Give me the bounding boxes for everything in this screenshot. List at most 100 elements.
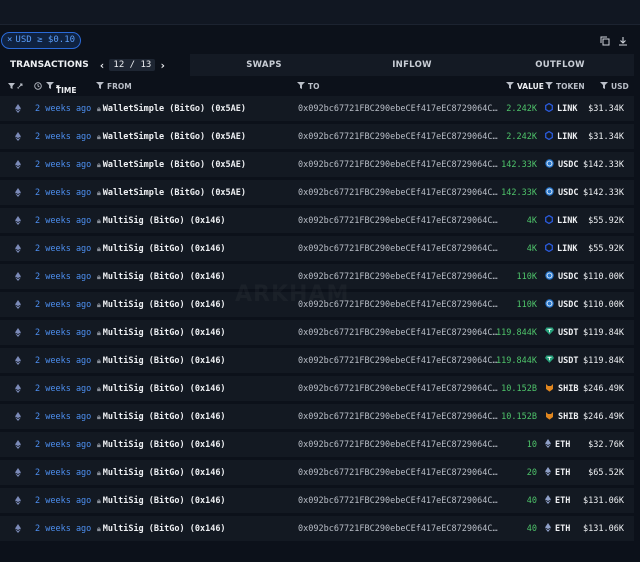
row-from-entity[interactable]: 🔒︎ WalletSimple (BitGo) (0x5AE)	[97, 104, 246, 114]
row-time-link[interactable]: 2 weeks ago	[35, 104, 91, 114]
row-token[interactable]: USDC	[545, 187, 578, 199]
column-token[interactable]: TOKEN	[556, 82, 585, 91]
column-time[interactable]: TIME ▾	[56, 82, 77, 95]
row-to-address[interactable]: 0x092bc67721FBC290ebeCEf417eEC8729064C…	[298, 412, 498, 422]
row-token[interactable]: LINK	[545, 102, 577, 115]
row-token[interactable]: ETH	[545, 439, 570, 451]
clock-icon[interactable]	[34, 82, 42, 92]
copy-icon[interactable]	[600, 36, 610, 46]
row-from-entity[interactable]: 🔒︎ MultiSig (BitGo) (0x146)	[97, 496, 226, 506]
column-usd[interactable]: USD	[611, 82, 629, 91]
row-to-address[interactable]: 0x092bc67721FBC290ebeCEf417eEC8729064C…	[298, 496, 498, 506]
table-row[interactable]: 2 weeks ago 🔒︎ MultiSig (BitGo) (0x146) 0…	[0, 236, 634, 261]
row-token[interactable]: SHIB	[545, 411, 578, 423]
prev-page-icon[interactable]: ‹	[99, 59, 106, 72]
table-row[interactable]: 2 weeks ago 🔒︎ MultiSig (BitGo) (0x146) 0…	[0, 488, 634, 513]
table-row[interactable]: 2 weeks ago 🔒︎ MultiSig (BitGo) (0x146) 0…	[0, 404, 634, 429]
row-to-address[interactable]: 0x092bc67721FBC290ebeCEf417eEC8729064C…	[298, 440, 498, 450]
row-to-address[interactable]: 0x092bc67721FBC290ebeCEf417eEC8729064C…	[298, 188, 498, 198]
table-row[interactable]: 2 weeks ago 🔒︎ WalletSimple (BitGo) (0x5A…	[0, 152, 634, 177]
column-to[interactable]: TO	[308, 82, 320, 91]
row-time-link[interactable]: 2 weeks ago	[35, 160, 91, 170]
row-token[interactable]: USDC	[545, 299, 578, 311]
row-time-link[interactable]: 2 weeks ago	[35, 272, 91, 282]
row-token[interactable]: ETH	[545, 495, 570, 507]
row-token[interactable]: USDT	[545, 327, 578, 338]
row-token[interactable]: USDT	[545, 355, 578, 366]
tab-swaps[interactable]: SWAPS	[190, 60, 338, 70]
row-to-address[interactable]: 0x092bc67721FBC290ebeCEf417eEC8729064C…	[298, 216, 498, 226]
row-to-address[interactable]: 0x092bc67721FBC290ebeCEf417eEC8729064C…	[298, 104, 498, 114]
row-to-address[interactable]: 0x092bc67721FBC290ebeCEf417eEC8729064C…	[298, 132, 498, 142]
table-row[interactable]: 2 weeks ago 🔒︎ MultiSig (BitGo) (0x146) 0…	[0, 320, 634, 345]
from-filter-icon[interactable]	[96, 82, 104, 91]
row-time-link[interactable]: 2 weeks ago	[35, 356, 91, 366]
row-time-link[interactable]: 2 weeks ago	[35, 328, 91, 338]
table-row[interactable]: 2 weeks ago 🔒︎ MultiSig (BitGo) (0x146) 0…	[0, 208, 634, 233]
to-filter-icon[interactable]	[297, 82, 305, 91]
row-from-entity[interactable]: 🔒︎ MultiSig (BitGo) (0x146)	[97, 524, 226, 534]
table-row[interactable]: 2 weeks ago 🔒︎ MultiSig (BitGo) (0x146) 0…	[0, 460, 634, 485]
usd-filter-icon[interactable]	[600, 82, 608, 91]
table-row[interactable]: 2 weeks ago 🔒︎ WalletSimple (BitGo) (0x5A…	[0, 96, 634, 121]
row-to-address[interactable]: 0x092bc67721FBC290ebeCEf417eEC8729064C…	[298, 468, 498, 478]
row-time-link[interactable]: 2 weeks ago	[35, 412, 91, 422]
row-to-address[interactable]: 0x092bc67721FBC290ebeCEf417eEC8729064C…	[298, 328, 498, 338]
row-token[interactable]: ETH	[545, 467, 570, 479]
row-token[interactable]: LINK	[545, 214, 577, 227]
table-row[interactable]: 2 weeks ago 🔒︎ MultiSig (BitGo) (0x146) 0…	[0, 348, 634, 373]
row-to-address[interactable]: 0x092bc67721FBC290ebeCEf417eEC8729064C…	[298, 244, 498, 254]
filter-icon[interactable]	[8, 82, 26, 92]
row-from-entity[interactable]: 🔒︎ MultiSig (BitGo) (0x146)	[97, 272, 226, 282]
row-from-entity[interactable]: 🔒︎ WalletSimple (BitGo) (0x5AE)	[97, 132, 246, 142]
table-row[interactable]: 2 weeks ago 🔒︎ MultiSig (BitGo) (0x146) 0…	[0, 432, 634, 457]
row-token[interactable]: LINK	[545, 242, 577, 255]
row-to-address[interactable]: 0x092bc67721FBC290ebeCEf417eEC8729064C…	[298, 272, 498, 282]
row-from-entity[interactable]: 🔒︎ MultiSig (BitGo) (0x146)	[97, 468, 226, 478]
row-time-link[interactable]: 2 weeks ago	[35, 188, 91, 198]
row-to-address[interactable]: 0x092bc67721FBC290ebeCEf417eEC8729064C…	[298, 356, 498, 366]
row-time-link[interactable]: 2 weeks ago	[35, 496, 91, 506]
row-time-link[interactable]: 2 weeks ago	[35, 440, 91, 450]
table-row[interactable]: 2 weeks ago 🔒︎ WalletSimple (BitGo) (0x5A…	[0, 180, 634, 205]
download-icon[interactable]	[618, 36, 628, 46]
row-to-address[interactable]: 0x092bc67721FBC290ebeCEf417eEC8729064C…	[298, 524, 498, 534]
row-time-link[interactable]: 2 weeks ago	[35, 468, 91, 478]
next-page-icon[interactable]: ›	[159, 59, 166, 72]
value-filter-icon[interactable]	[506, 82, 514, 91]
row-time-link[interactable]: 2 weeks ago	[35, 132, 91, 142]
column-from[interactable]: FROM	[107, 82, 132, 91]
row-from-entity[interactable]: 🔒︎ MultiSig (BitGo) (0x146)	[97, 384, 226, 394]
token-filter-icon[interactable]	[545, 82, 553, 91]
row-token[interactable]: USDC	[545, 159, 578, 171]
row-from-entity[interactable]: 🔒︎ MultiSig (BitGo) (0x146)	[97, 356, 226, 366]
row-to-address[interactable]: 0x092bc67721FBC290ebeCEf417eEC8729064C…	[298, 384, 498, 394]
row-token[interactable]: SHIB	[545, 383, 578, 395]
row-to-address[interactable]: 0x092bc67721FBC290ebeCEf417eEC8729064C…	[298, 160, 498, 170]
row-time-link[interactable]: 2 weeks ago	[35, 300, 91, 310]
row-token[interactable]: USDC	[545, 271, 578, 283]
row-time-link[interactable]: 2 weeks ago	[35, 244, 91, 254]
column-value[interactable]: VALUE	[517, 82, 544, 91]
table-row[interactable]: 2 weeks ago 🔒︎ MultiSig (BitGo) (0x146) 0…	[0, 516, 634, 541]
table-row[interactable]: 2 weeks ago 🔒︎ MultiSig (BitGo) (0x146) 0…	[0, 376, 634, 401]
row-time-link[interactable]: 2 weeks ago	[35, 524, 91, 534]
close-icon[interactable]: ×	[7, 33, 12, 48]
row-from-entity[interactable]: 🔒︎ MultiSig (BitGo) (0x146)	[97, 412, 226, 422]
row-from-entity[interactable]: 🔒︎ MultiSig (BitGo) (0x146)	[97, 244, 226, 254]
row-from-entity[interactable]: 🔒︎ MultiSig (BitGo) (0x146)	[97, 328, 226, 338]
tab-inflow[interactable]: INFLOW	[338, 60, 486, 70]
row-time-link[interactable]: 2 weeks ago	[35, 216, 91, 226]
table-row[interactable]: 2 weeks ago 🔒︎ WalletSimple (BitGo) (0x5A…	[0, 124, 634, 149]
row-from-entity[interactable]: 🔒︎ MultiSig (BitGo) (0x146)	[97, 300, 226, 310]
row-from-entity[interactable]: 🔒︎ MultiSig (BitGo) (0x146)	[97, 440, 226, 450]
time-filter-icon[interactable]	[46, 82, 54, 91]
row-token[interactable]: LINK	[545, 130, 577, 143]
tab-outflow[interactable]: OUTFLOW	[486, 60, 634, 70]
usd-filter-chip[interactable]: × USD ≥ $0.10	[1, 32, 82, 49]
row-token[interactable]: ETH	[545, 523, 570, 535]
row-from-entity[interactable]: 🔒︎ WalletSimple (BitGo) (0x5AE)	[97, 188, 246, 198]
row-time-link[interactable]: 2 weeks ago	[35, 384, 91, 394]
row-from-entity[interactable]: 🔒︎ WalletSimple (BitGo) (0x5AE)	[97, 160, 246, 170]
tab-transactions[interactable]: TRANSACTIONS ‹ 12 / 13 ›	[0, 54, 190, 76]
